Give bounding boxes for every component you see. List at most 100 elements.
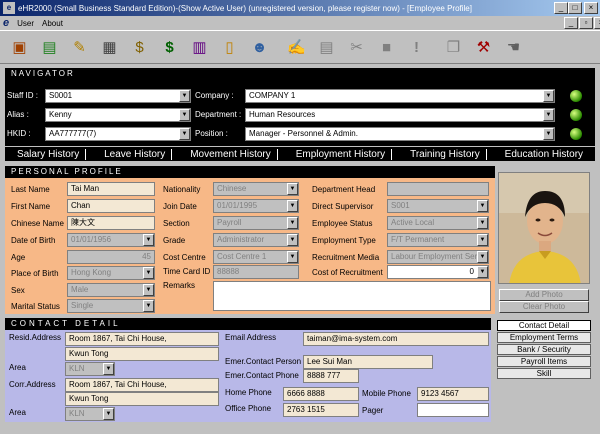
copy-icon[interactable]: ❐: [440, 34, 467, 60]
chevron-down-icon[interactable]: ▼: [287, 200, 298, 212]
tab-salary-history[interactable]: Salary History: [11, 148, 87, 160]
report-icon[interactable]: ▥: [186, 34, 213, 60]
chevron-down-icon[interactable]: ▼: [179, 109, 190, 121]
office-phone-field[interactable]: 2763 1515: [283, 403, 359, 417]
alias-select[interactable]: Kenny ▼: [45, 108, 191, 122]
chevron-down-icon[interactable]: ▼: [103, 363, 114, 375]
disk-icon[interactable]: ■: [373, 34, 400, 60]
menu-about[interactable]: About: [42, 19, 63, 28]
pager-field[interactable]: [417, 403, 489, 417]
people-icon[interactable]: ☻: [246, 34, 273, 60]
clipboard-icon[interactable]: ▯: [216, 34, 243, 60]
emp-type-select[interactable]: F/T Permanent ▼: [387, 233, 489, 247]
chevron-down-icon[interactable]: ▼: [179, 90, 190, 102]
pob-select[interactable]: Hong Kong ▼: [67, 266, 155, 280]
first-name-field[interactable]: Chan: [67, 199, 155, 213]
remarks-textarea[interactable]: [213, 281, 491, 311]
payroll-items-button[interactable]: Payroll Items: [497, 356, 591, 367]
dept-head-field[interactable]: [387, 182, 489, 196]
chevron-down-icon[interactable]: ▼: [477, 251, 488, 263]
status-led-icon[interactable]: [570, 128, 582, 140]
staff-id-select[interactable]: S0001 ▼: [45, 89, 191, 103]
department-select[interactable]: Human Resources ▼: [245, 108, 555, 122]
chevron-down-icon[interactable]: ▼: [143, 300, 154, 312]
skill-button[interactable]: Skill: [497, 368, 591, 379]
resid-address-line1[interactable]: Room 1867, Tai Chi House,: [65, 332, 219, 346]
tab-employment-history[interactable]: Employment History: [290, 148, 393, 160]
area-select-1[interactable]: KLN ▼: [65, 362, 115, 376]
chevron-down-icon[interactable]: ▼: [543, 128, 554, 140]
nationality-select[interactable]: Chinese ▼: [213, 182, 299, 196]
hand-icon[interactable]: ☚: [500, 34, 527, 60]
child-close-button[interactable]: ×: [594, 17, 600, 29]
position-select[interactable]: Manager - Personnel & Admin. ▼: [245, 127, 555, 141]
home-phone-field[interactable]: 6666 8888: [283, 387, 359, 401]
chevron-down-icon[interactable]: ▼: [103, 408, 114, 420]
chevron-down-icon[interactable]: ▼: [287, 217, 298, 229]
chevron-down-icon[interactable]: ▼: [179, 128, 190, 140]
grade-select[interactable]: Administrator ▼: [213, 233, 299, 247]
note-edit-icon[interactable]: ✎: [66, 34, 93, 60]
chevron-down-icon[interactable]: ▼: [287, 183, 298, 195]
dob-select[interactable]: 01/01/1956 ▼: [67, 233, 155, 247]
tab-training-history[interactable]: Training History: [404, 148, 487, 160]
menu-user[interactable]: User: [17, 19, 34, 28]
bank-security-button[interactable]: Bank / Security: [497, 344, 591, 355]
add-photo-button[interactable]: Add Photo: [499, 289, 589, 301]
marital-select[interactable]: Single ▼: [67, 299, 155, 313]
chevron-down-icon[interactable]: ▼: [287, 251, 298, 263]
contact-detail-button[interactable]: Contact Detail: [497, 320, 591, 331]
maximize-button[interactable]: □: [568, 2, 582, 14]
document-icon[interactable]: ▤: [313, 34, 340, 60]
direct-sup-select[interactable]: S001 ▼: [387, 199, 489, 213]
chevron-down-icon[interactable]: ▼: [477, 200, 488, 212]
person-card-icon[interactable]: ▣: [6, 34, 33, 60]
status-led-icon[interactable]: [570, 90, 582, 102]
corr-address-line1[interactable]: Room 1867, Tai Chi House,: [65, 378, 219, 392]
join-date-select[interactable]: 01/01/1995 ▼: [213, 199, 299, 213]
chevron-down-icon[interactable]: ▼: [477, 266, 488, 278]
money-bag-icon[interactable]: $: [126, 34, 153, 60]
time-card-field[interactable]: 88888: [213, 265, 299, 279]
resid-address-line2[interactable]: Kwun Tong: [65, 347, 219, 361]
tab-education-history[interactable]: Education History: [499, 149, 589, 160]
chevron-down-icon[interactable]: ▼: [143, 284, 154, 296]
hkid-select[interactable]: AA777777(7) ▼: [45, 127, 191, 141]
tab-movement-history[interactable]: Movement History: [184, 148, 278, 160]
tab-leave-history[interactable]: Leave History: [98, 148, 173, 160]
pen-write-icon[interactable]: ✍: [283, 34, 310, 60]
chevron-down-icon[interactable]: ▼: [143, 234, 154, 246]
rec-media-select[interactable]: Labour Employment Ser ▼: [387, 250, 489, 264]
emer-phone-field[interactable]: 8888 777: [303, 369, 359, 383]
chevron-down-icon[interactable]: ▼: [543, 90, 554, 102]
section-select[interactable]: Payroll ▼: [213, 216, 299, 230]
emer-person-field[interactable]: Lee Sui Man: [303, 355, 433, 369]
chevron-down-icon[interactable]: ▼: [287, 234, 298, 246]
employment-terms-button[interactable]: Employment Terms: [497, 332, 591, 343]
child-minimize-button[interactable]: _: [564, 17, 578, 29]
chevron-down-icon[interactable]: ▼: [477, 234, 488, 246]
tools-icon[interactable]: ⚒: [470, 34, 497, 60]
chevron-down-icon[interactable]: ▼: [477, 217, 488, 229]
last-name-field[interactable]: Tai Man: [67, 182, 155, 196]
cost-rec-field[interactable]: 0 ▼: [387, 265, 489, 279]
child-restore-button[interactable]: ▫: [579, 17, 593, 29]
mobile-field[interactable]: 9123 4567: [417, 387, 489, 401]
sex-select[interactable]: Male ▼: [67, 283, 155, 297]
alert-icon[interactable]: !: [403, 34, 430, 60]
chevron-down-icon[interactable]: ▼: [143, 267, 154, 279]
status-led-icon[interactable]: [570, 109, 582, 121]
certificate-icon[interactable]: ▤: [36, 34, 63, 60]
area-select-2[interactable]: KLN ▼: [65, 407, 115, 421]
dollar-icon[interactable]: $: [156, 34, 183, 60]
close-button[interactable]: ×: [584, 2, 598, 14]
clear-photo-button[interactable]: Clear Photo: [499, 301, 589, 313]
minimize-button[interactable]: _: [554, 2, 568, 14]
cost-centre-select[interactable]: Cost Centre 1 ▼: [213, 250, 299, 264]
calculator-icon[interactable]: ▦: [96, 34, 123, 60]
corr-address-line2[interactable]: Kwun Tong: [65, 392, 219, 406]
company-select[interactable]: COMPANY 1 ▼: [245, 89, 555, 103]
email-field[interactable]: taiman@ima-system.com: [303, 332, 489, 346]
chevron-down-icon[interactable]: ▼: [543, 109, 554, 121]
app-menu-icon[interactable]: e: [3, 17, 9, 29]
